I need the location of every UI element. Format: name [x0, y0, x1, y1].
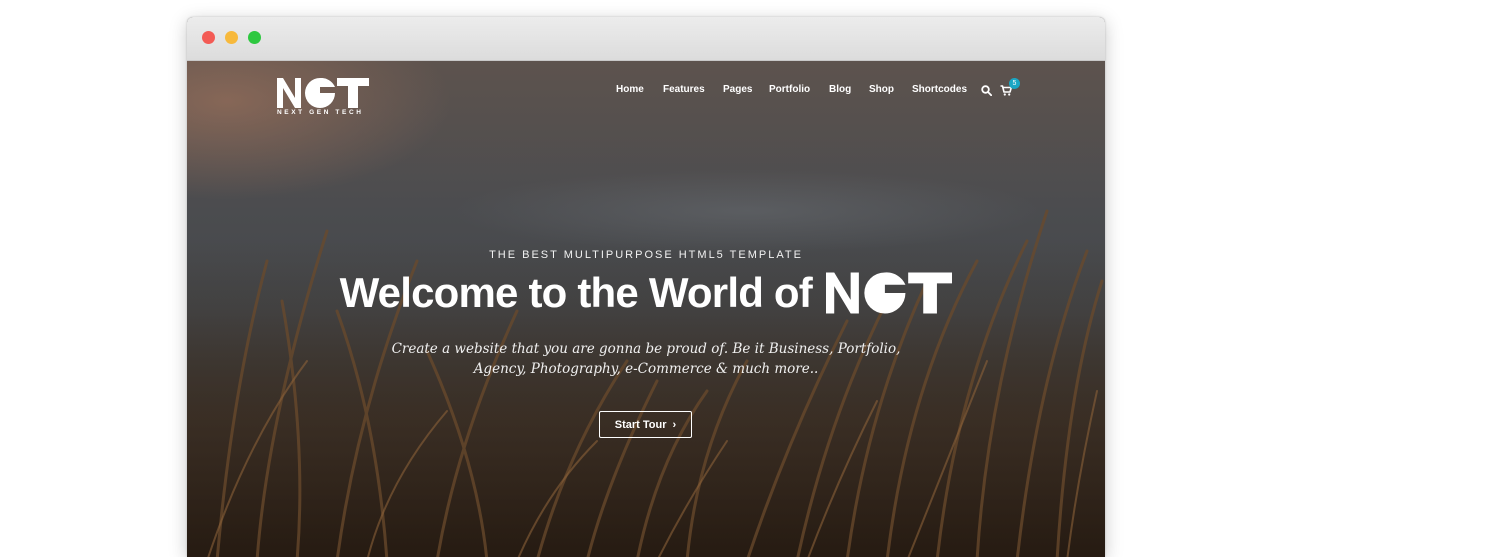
start-tour-label: Start Tour — [614, 419, 667, 431]
hero-headline: Welcome to the World of — [187, 269, 1105, 333]
window-titlebar — [187, 17, 1105, 61]
hero-eyebrow: THE BEST MULTIPURPOSE HTML5 TEMPLATE — [489, 249, 803, 261]
hero-description-line-1: Create a website that you are gonna be p… — [391, 341, 901, 357]
hero-content: THE BEST MULTIPURPOSE HTML5 TEMPLATE Wel… — [187, 61, 1105, 557]
hero-headline-text: Welcome to the World of — [339, 269, 813, 316]
ngt-headline-logo-icon — [826, 272, 953, 314]
browser-window: NEXT GEN TECH Home Features Pages Portfo… — [187, 17, 1105, 557]
chevron-right-icon: › — [672, 419, 677, 431]
minimize-window-button[interactable] — [225, 31, 238, 44]
hero-description-line-2: Agency, Photography, e-Commerce & much m… — [473, 361, 819, 377]
maximize-window-button[interactable] — [248, 31, 261, 44]
hero-section: NEXT GEN TECH Home Features Pages Portfo… — [187, 61, 1105, 557]
close-window-button[interactable] — [202, 31, 215, 44]
start-tour-button[interactable]: Start Tour › — [599, 411, 692, 438]
hero-description: Create a website that you are gonna be p… — [187, 339, 1105, 379]
